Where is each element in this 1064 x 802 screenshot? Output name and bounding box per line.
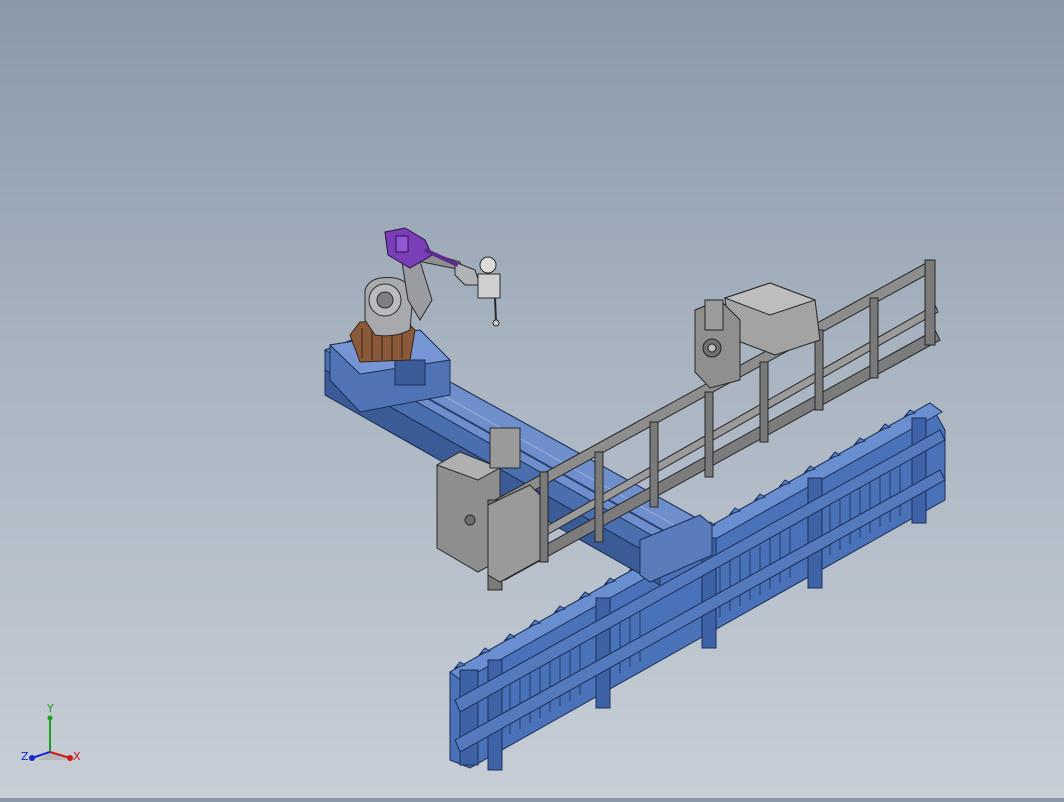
- z-axis-label: Z: [21, 750, 29, 763]
- welding-robot-arm: [364, 249, 501, 337]
- orientation-triad: Y X Z: [21, 702, 81, 763]
- y-axis-label: Y: [46, 702, 54, 715]
- cad-model-scene: [323, 227, 946, 771]
- 3d-viewport[interactable]: Y X Z: [0, 0, 1064, 798]
- positioner-head: [694, 282, 821, 389]
- x-axis-label: X: [73, 750, 81, 763]
